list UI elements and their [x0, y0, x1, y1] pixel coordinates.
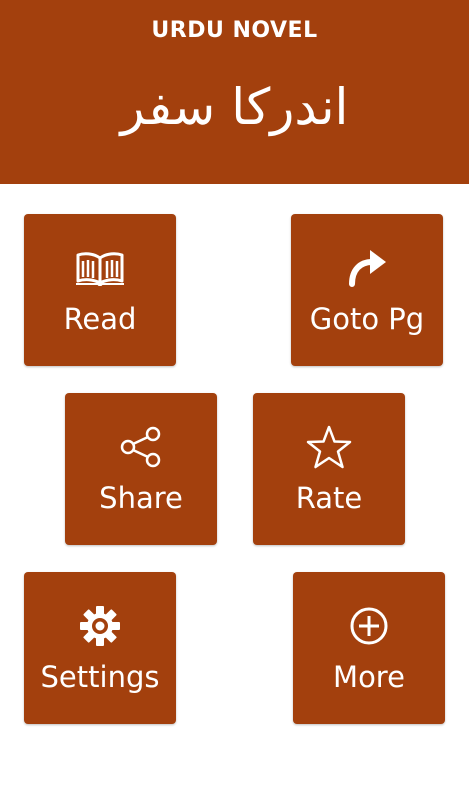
- app-title: URDU NOVEL: [151, 18, 318, 43]
- rate-button[interactable]: Rate: [253, 393, 405, 545]
- rate-label: Rate: [295, 481, 363, 515]
- goto-page-button[interactable]: Goto Pg: [291, 214, 443, 366]
- star-icon: [253, 425, 405, 469]
- goto-page-label: Goto Pg: [309, 302, 425, 336]
- forward-arrow-icon: [291, 246, 443, 290]
- share-label: Share: [99, 481, 183, 515]
- gear-icon: [24, 604, 176, 648]
- book-icon: [24, 246, 176, 290]
- more-label: More: [333, 660, 405, 694]
- share-icon: [65, 425, 217, 469]
- read-label: Read: [63, 302, 137, 336]
- settings-button[interactable]: Settings: [24, 572, 176, 724]
- more-button[interactable]: More: [293, 572, 445, 724]
- share-button[interactable]: Share: [65, 393, 217, 545]
- settings-label: Settings: [40, 660, 160, 694]
- plus-circle-icon: [293, 604, 445, 648]
- novel-title: اندرکا سفر: [120, 78, 349, 136]
- app-header: URDU NOVEL اندرکا سفر: [0, 0, 469, 184]
- read-button[interactable]: Read: [24, 214, 176, 366]
